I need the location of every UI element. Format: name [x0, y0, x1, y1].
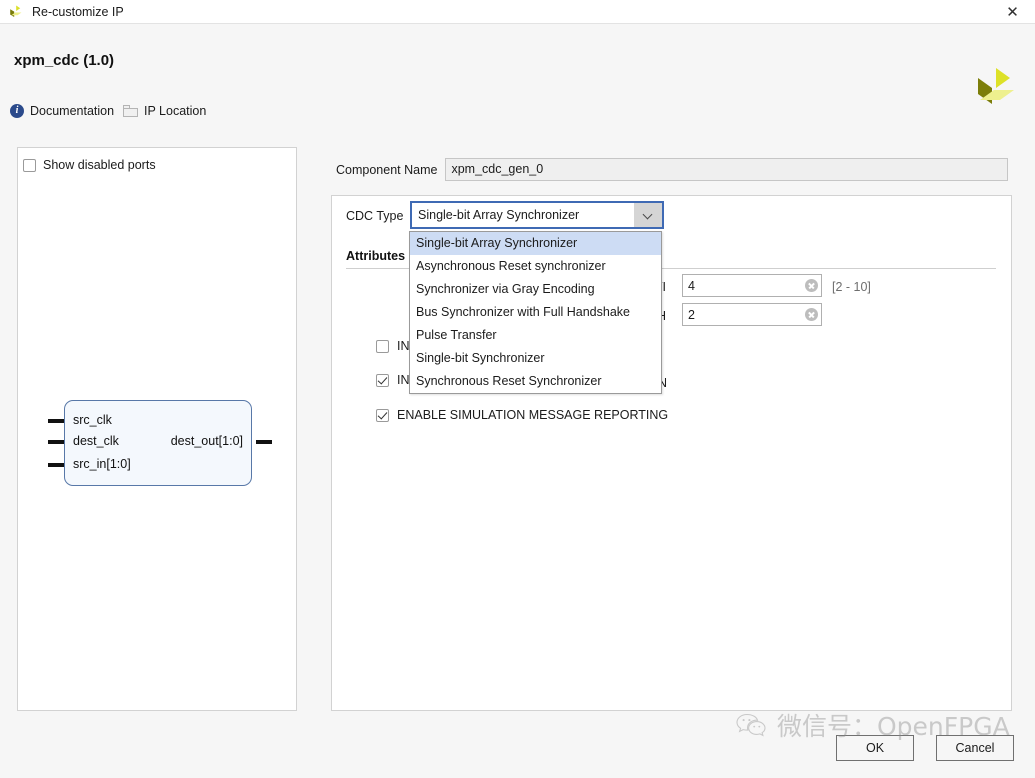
port-label-dest-clk: dest_clk	[73, 434, 119, 448]
info-icon: i	[10, 104, 24, 118]
attributes-heading: Attributes	[346, 249, 406, 263]
cdc-type-value: Single-bit Array Synchronizer	[418, 208, 580, 222]
pin-src-in	[48, 463, 64, 467]
component-name-input[interactable]: xpm_cdc_gen_0	[445, 158, 1008, 181]
component-name-label: Component Name	[336, 162, 438, 177]
clear-icon[interactable]	[801, 274, 821, 297]
show-disabled-ports-label: Show disabled ports	[43, 158, 156, 172]
destination-sync-ff-input[interactable]: 4	[682, 274, 822, 297]
header: xpm_cdc (1.0)	[0, 24, 1035, 104]
clear-icon[interactable]	[801, 303, 821, 326]
dropdown-option-1[interactable]: Asynchronous Reset synchronizer	[410, 255, 661, 278]
dropdown-option-3[interactable]: Bus Synchronizer with Full Handshake	[410, 301, 661, 324]
app-window: Re-customize IP ✕ xpm_cdc (1.0) i Docume…	[0, 0, 1035, 778]
title-bar: Re-customize IP ✕	[0, 0, 1035, 24]
pin-src-clk	[48, 419, 64, 423]
xilinx-logo-small	[8, 5, 24, 19]
documentation-link[interactable]: i Documentation	[10, 104, 114, 118]
dropdown-option-6[interactable]: Synchronous Reset Synchronizer	[410, 370, 661, 393]
documentation-label: Documentation	[30, 104, 115, 118]
port-label-src-clk: src_clk	[73, 413, 112, 427]
destination-sync-ff-range: [2 - 10]	[832, 280, 871, 294]
pin-dest-out	[256, 440, 272, 444]
ip-symbol-panel: Show disabled ports src_clk dest_clk src…	[17, 147, 297, 711]
component-name-row: Component Name xpm_cdc_gen_0	[336, 157, 1008, 182]
window-title: Re-customize IP	[32, 4, 124, 19]
cdc-type-dropdown-list[interactable]: Single-bit Array Synchronizer Asynchrono…	[409, 231, 662, 394]
ip-location-label: IP Location	[144, 104, 207, 118]
port-label-dest-out: dest_out[1:0]	[170, 434, 243, 448]
ip-symbol-block: src_clk dest_clk src_in[1:0] dest_out[1:…	[64, 400, 252, 486]
option-row-initialize-registers[interactable]: INI	[376, 339, 413, 353]
page-title: xpm_cdc (1.0)	[14, 52, 115, 69]
dropdown-option-0[interactable]: Single-bit Array Synchronizer	[410, 232, 661, 255]
cdc-type-select[interactable]: Single-bit Array Synchronizer	[410, 201, 664, 229]
wechat-icon	[735, 711, 769, 739]
ok-button[interactable]: OK	[836, 735, 914, 761]
ip-location-link[interactable]: IP Location	[123, 104, 206, 118]
close-icon[interactable]: ✕	[990, 0, 1035, 24]
pin-dest-clk	[48, 440, 64, 444]
cdc-type-label: CDC Type	[346, 209, 404, 223]
option-row-enable-sim-message[interactable]: ENABLE SIMULATION MESSAGE REPORTING	[376, 408, 668, 422]
init-sync-ff-checkbox[interactable]	[376, 373, 389, 387]
dropdown-option-5[interactable]: Single-bit Synchronizer	[410, 347, 661, 370]
width-value: 2	[688, 307, 695, 322]
links-row: i Documentation IP Location	[0, 99, 1035, 129]
dropdown-option-4[interactable]: Pulse Transfer	[410, 324, 661, 347]
width-input[interactable]: 2	[682, 303, 822, 326]
show-disabled-ports-row[interactable]: Show disabled ports	[23, 158, 156, 172]
initialize-registers-checkbox[interactable]	[376, 339, 389, 353]
destination-sync-ff-value: 4	[688, 278, 695, 293]
cancel-button[interactable]: Cancel	[936, 735, 1014, 761]
port-label-src-in: src_in[1:0]	[73, 457, 131, 471]
chevron-down-icon[interactable]	[634, 203, 662, 227]
option-row-init-sync-ff[interactable]: INI	[376, 373, 413, 387]
dropdown-option-2[interactable]: Synchronizer via Gray Encoding	[410, 278, 661, 301]
enable-sim-message-checkbox[interactable]	[376, 408, 389, 422]
enable-sim-message-label: ENABLE SIMULATION MESSAGE REPORTING	[397, 408, 669, 422]
folder-icon	[123, 105, 138, 117]
show-disabled-ports-checkbox[interactable]	[23, 158, 36, 172]
